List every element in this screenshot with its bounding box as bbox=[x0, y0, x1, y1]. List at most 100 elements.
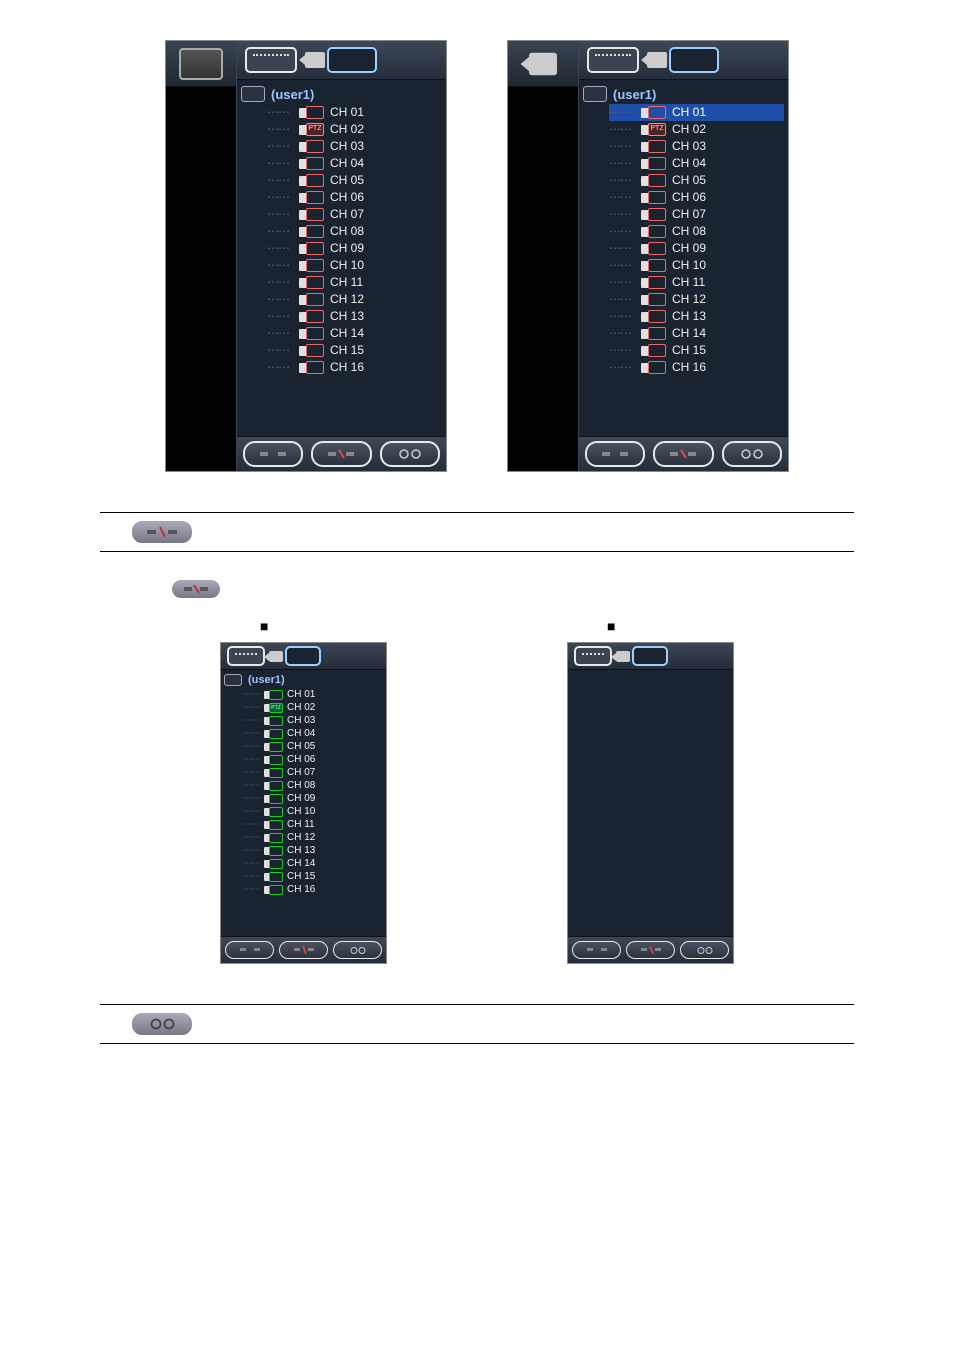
connect-btn-small[interactable] bbox=[170, 578, 222, 600]
channel-label: CH 06 bbox=[672, 189, 706, 206]
device-thumb[interactable] bbox=[508, 41, 578, 87]
channel-label: CH 09 bbox=[330, 240, 364, 257]
connect-btn[interactable] bbox=[225, 941, 274, 959]
channel-camera-icon bbox=[641, 310, 666, 323]
camera-tab[interactable] bbox=[269, 646, 321, 666]
tree-root[interactable]: (user1) bbox=[241, 86, 442, 102]
channel-item[interactable]: ⋯⋯CH 07 bbox=[609, 206, 784, 223]
channel-item[interactable]: ⋯⋯CH 01 bbox=[609, 104, 784, 121]
channel-item[interactable]: ⋯⋯CH 05 bbox=[609, 172, 784, 189]
channel-item[interactable]: ⋯⋯CH 09 bbox=[609, 240, 784, 257]
channel-item[interactable]: ⋯⋯CH 05 bbox=[242, 740, 383, 753]
disconnect-btn-large[interactable] bbox=[130, 519, 194, 545]
channel-item[interactable]: ⋯⋯CH 03 bbox=[609, 138, 784, 155]
camera-tab[interactable] bbox=[305, 47, 377, 73]
settings-btn[interactable] bbox=[680, 941, 729, 959]
channel-tree: (user1) ⋯⋯CH 01⋯⋯PTZCH 02⋯⋯CH 03⋯⋯CH 04⋯… bbox=[237, 80, 446, 436]
tree-root[interactable]: (user1) bbox=[224, 674, 383, 686]
channel-item[interactable]: ⋯⋯CH 09 bbox=[242, 792, 383, 805]
camera-pill bbox=[632, 646, 668, 666]
tree-root[interactable]: (user1) bbox=[583, 86, 784, 102]
tree-branch-icon: ⋯⋯ bbox=[609, 189, 635, 206]
channel-item[interactable]: ⋯⋯ CH 10 bbox=[267, 257, 442, 274]
channel-item[interactable]: ⋯⋯CH 11 bbox=[609, 274, 784, 291]
channel-item[interactable]: ⋯⋯CH 08 bbox=[242, 779, 383, 792]
channel-item[interactable]: ⋯⋯CH 13 bbox=[609, 308, 784, 325]
settings-btn[interactable] bbox=[722, 441, 782, 467]
channel-camera-icon bbox=[641, 140, 666, 153]
channel-item[interactable]: ⋯⋯CH 08 bbox=[267, 223, 442, 240]
keyboard-icon[interactable] bbox=[574, 646, 612, 666]
channel-camera-icon bbox=[264, 846, 283, 856]
keyboard-icon[interactable] bbox=[227, 646, 265, 666]
channel-item[interactable]: ⋯⋯CH 11 bbox=[242, 818, 383, 831]
channel-camera-icon bbox=[264, 742, 283, 752]
channel-item[interactable]: ⋯⋯CH 14 bbox=[242, 857, 383, 870]
channel-item[interactable]: ⋯⋯CH 16 bbox=[609, 359, 784, 376]
camera-tab[interactable] bbox=[616, 646, 668, 666]
channel-item[interactable]: ⋯⋯CH 14 bbox=[267, 325, 442, 342]
channel-label: CH 05 bbox=[287, 740, 315, 753]
tree-branch-icon: ⋯⋯ bbox=[609, 223, 635, 240]
tree-branch-icon: ⋯⋯ bbox=[267, 257, 293, 274]
disconnect-btn[interactable] bbox=[653, 441, 713, 467]
channel-item[interactable]: ⋯⋯CH 15 bbox=[609, 342, 784, 359]
channel-item[interactable]: ⋯⋯PTZCH 02 bbox=[267, 121, 442, 138]
tree-branch-icon: ⋯⋯ bbox=[267, 138, 293, 155]
channel-item[interactable]: ⋯⋯CH 12 bbox=[242, 831, 383, 844]
disconnect-btn[interactable] bbox=[311, 441, 371, 467]
channel-label: CH 10 bbox=[330, 257, 364, 274]
channel-item[interactable]: ⋯⋯CH 11 bbox=[267, 274, 442, 291]
keyboard-icon[interactable] bbox=[245, 47, 297, 73]
channel-item[interactable]: ⋯⋯CH 10 bbox=[242, 805, 383, 818]
channel-item[interactable]: ⋯⋯CH 06 bbox=[242, 753, 383, 766]
tree-branch-icon: ⋯⋯ bbox=[267, 223, 293, 240]
connect-btn[interactable] bbox=[572, 941, 621, 959]
settings-btn[interactable] bbox=[380, 441, 440, 467]
channel-item[interactable]: ⋯⋯CH 04 bbox=[242, 727, 383, 740]
channel-item[interactable]: ⋯⋯CH 06 bbox=[267, 189, 442, 206]
channel-item[interactable]: ⋯⋯CH 08 bbox=[609, 223, 784, 240]
tree-branch-icon: ⋯⋯ bbox=[242, 779, 260, 792]
channel-label: CH 14 bbox=[672, 325, 706, 342]
settings-btn-large[interactable] bbox=[130, 1011, 194, 1037]
device-thumb[interactable] bbox=[166, 41, 236, 87]
connect-btn[interactable] bbox=[585, 441, 645, 467]
channel-item[interactable]: ⋯⋯CH 05 bbox=[267, 172, 442, 189]
channel-camera-icon bbox=[299, 208, 324, 221]
channel-item[interactable]: ⋯⋯CH 03 bbox=[242, 714, 383, 727]
section-settings bbox=[100, 1004, 854, 1044]
channel-item[interactable]: ⋯⋯CH 16 bbox=[242, 883, 383, 896]
keyboard-icon[interactable] bbox=[587, 47, 639, 73]
channel-item[interactable]: ⋯⋯CH 16 bbox=[267, 359, 442, 376]
camera-icon bbox=[529, 52, 557, 74]
channel-item[interactable]: ⋯⋯CH 03 bbox=[267, 138, 442, 155]
camera-pill bbox=[327, 47, 377, 73]
channel-item[interactable]: ⋯⋯ CH 09 bbox=[267, 240, 442, 257]
channel-item[interactable]: ⋯⋯CH 01 bbox=[242, 688, 383, 701]
channel-item[interactable]: ⋯⋯CH 15 bbox=[267, 342, 442, 359]
channel-item[interactable]: ⋯⋯PTZCH 02 bbox=[609, 121, 784, 138]
channel-item[interactable]: ⋯⋯CH 10 bbox=[609, 257, 784, 274]
tree-branch-icon: ⋯⋯ bbox=[267, 240, 293, 257]
channel-item[interactable]: ⋯⋯CH 04 bbox=[609, 155, 784, 172]
channel-item[interactable]: ⋯⋯CH 04 bbox=[267, 155, 442, 172]
channel-item[interactable]: ⋯⋯PTZCH 02 bbox=[242, 701, 383, 714]
connect-btn[interactable] bbox=[243, 441, 303, 467]
channel-item[interactable]: ⋯⋯ CH 06 bbox=[609, 189, 784, 206]
disconnect-btn[interactable] bbox=[279, 941, 328, 959]
channel-item[interactable]: ⋯⋯CH 07 bbox=[267, 206, 442, 223]
tree-branch-icon: ⋯⋯ bbox=[242, 766, 260, 779]
channel-item[interactable]: ⋯⋯CH 13 bbox=[242, 844, 383, 857]
camera-tab[interactable] bbox=[647, 47, 719, 73]
channel-item[interactable]: ⋯⋯CH 15 bbox=[242, 870, 383, 883]
channel-item[interactable]: ⋯⋯CH 12 bbox=[267, 291, 442, 308]
channel-item[interactable]: ⋯⋯CH 12 bbox=[609, 291, 784, 308]
channel-label: CH 10 bbox=[287, 805, 315, 818]
channel-item[interactable]: ⋯⋯CH 01 bbox=[267, 104, 442, 121]
disconnect-btn[interactable] bbox=[626, 941, 675, 959]
settings-btn[interactable] bbox=[333, 941, 382, 959]
channel-item[interactable]: ⋯⋯CH 07 bbox=[242, 766, 383, 779]
channel-item[interactable]: ⋯⋯CH 14 bbox=[609, 325, 784, 342]
channel-item[interactable]: ⋯⋯CH 13 bbox=[267, 308, 442, 325]
